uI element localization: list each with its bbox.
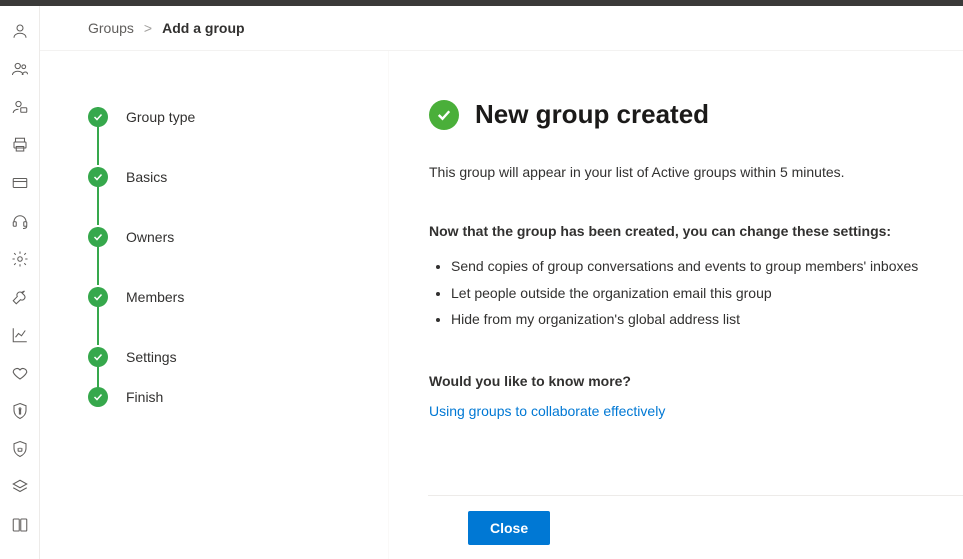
- close-button[interactable]: Close: [468, 511, 550, 545]
- nav-rail: [0, 6, 40, 559]
- result-heading: New group created: [475, 99, 709, 130]
- wrench-icon[interactable]: [0, 278, 40, 316]
- result-pane: New group created This group will appear…: [388, 51, 963, 559]
- settings-intro: Now that the group has been created, you…: [429, 223, 923, 239]
- step-label: Settings: [126, 349, 177, 365]
- result-subtext: This group will appear in your list of A…: [429, 162, 923, 183]
- shield-lock-icon[interactable]: [0, 430, 40, 468]
- step-label: Group type: [126, 109, 195, 125]
- learn-more-link[interactable]: Using groups to collaborate effectively: [429, 403, 665, 419]
- step-owners[interactable]: Owners: [88, 207, 368, 267]
- check-icon: [88, 387, 108, 407]
- step-label: Basics: [126, 169, 167, 185]
- settings-list: Send copies of group conversations and e…: [429, 253, 923, 333]
- dual-icon[interactable]: [0, 506, 40, 544]
- success-check-icon: [429, 100, 459, 130]
- stack-icon[interactable]: [0, 468, 40, 506]
- more-heading: Would you like to know more?: [429, 373, 923, 389]
- shield-info-icon[interactable]: [0, 392, 40, 430]
- chevron-right-icon: >: [144, 20, 152, 36]
- card-icon[interactable]: [0, 164, 40, 202]
- check-icon: [88, 287, 108, 307]
- user-icon[interactable]: [0, 12, 40, 50]
- breadcrumb-current: Add a group: [162, 20, 244, 36]
- printer-icon[interactable]: [0, 126, 40, 164]
- app-layout: Groups > Add a group Group type Basics: [0, 6, 963, 559]
- check-icon: [88, 227, 108, 247]
- chart-icon[interactable]: [0, 316, 40, 354]
- check-icon: [88, 167, 108, 187]
- user-tag-icon[interactable]: [0, 88, 40, 126]
- step-finish[interactable]: Finish: [88, 387, 368, 407]
- step-group-type[interactable]: Group type: [88, 87, 368, 147]
- step-label: Members: [126, 289, 184, 305]
- breadcrumb-root[interactable]: Groups: [88, 20, 134, 36]
- result-header: New group created: [429, 99, 923, 130]
- check-icon: [88, 347, 108, 367]
- check-icon: [88, 107, 108, 127]
- gear-icon[interactable]: [0, 240, 40, 278]
- content-row: Group type Basics Owners: [40, 51, 963, 559]
- step-settings[interactable]: Settings: [88, 327, 368, 387]
- list-item: Send copies of group conversations and e…: [451, 253, 923, 280]
- list-item: Hide from my organization's global addre…: [451, 306, 923, 333]
- wizard-stepper: Group type Basics Owners: [40, 51, 388, 559]
- list-item: Let people outside the organization emai…: [451, 280, 923, 307]
- people-icon[interactable]: [0, 50, 40, 88]
- step-basics[interactable]: Basics: [88, 147, 368, 207]
- headset-icon[interactable]: [0, 202, 40, 240]
- main-panel: Groups > Add a group Group type Basics: [40, 6, 963, 559]
- step-label: Finish: [126, 389, 163, 405]
- heart-icon[interactable]: [0, 354, 40, 392]
- step-label: Owners: [126, 229, 174, 245]
- wizard-footer: Close: [428, 495, 963, 559]
- breadcrumb: Groups > Add a group: [40, 6, 963, 51]
- step-members[interactable]: Members: [88, 267, 368, 327]
